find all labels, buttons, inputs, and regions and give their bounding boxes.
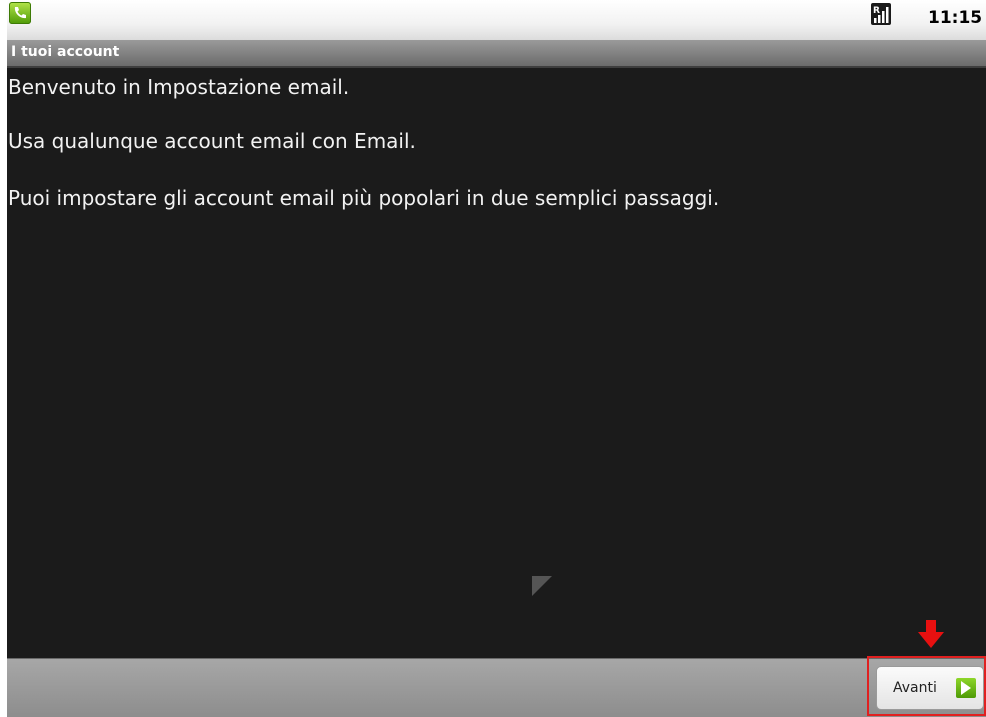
- next-button[interactable]: Avanti: [876, 666, 984, 710]
- red-arrow-down-icon: [918, 620, 944, 648]
- svg-text:R: R: [873, 6, 880, 16]
- title-bar: I tuoi account: [7, 40, 986, 68]
- info-text: Usa qualunque account email con Email.: [8, 129, 416, 153]
- email-setup-screen: R 11:15 I tuoi account Benvenuto in Impo…: [7, 0, 986, 717]
- phone-icon: [9, 2, 31, 24]
- signal-icon: R: [871, 3, 891, 25]
- status-clock: 11:15: [928, 8, 983, 28]
- instructions-text: Puoi impostare gli account email più pop…: [8, 186, 720, 210]
- next-button-label: Avanti: [893, 680, 937, 696]
- welcome-text: Benvenuto in Impostazione email.: [8, 75, 350, 99]
- bottom-bar: [7, 658, 986, 717]
- status-bar: R 11:15: [7, 0, 986, 40]
- scroll-indicator-icon: [532, 576, 552, 596]
- setup-content: Benvenuto in Impostazione email. Usa qua…: [7, 68, 986, 658]
- page-title: I tuoi account: [11, 44, 120, 60]
- arrow-right-icon: [956, 678, 976, 698]
